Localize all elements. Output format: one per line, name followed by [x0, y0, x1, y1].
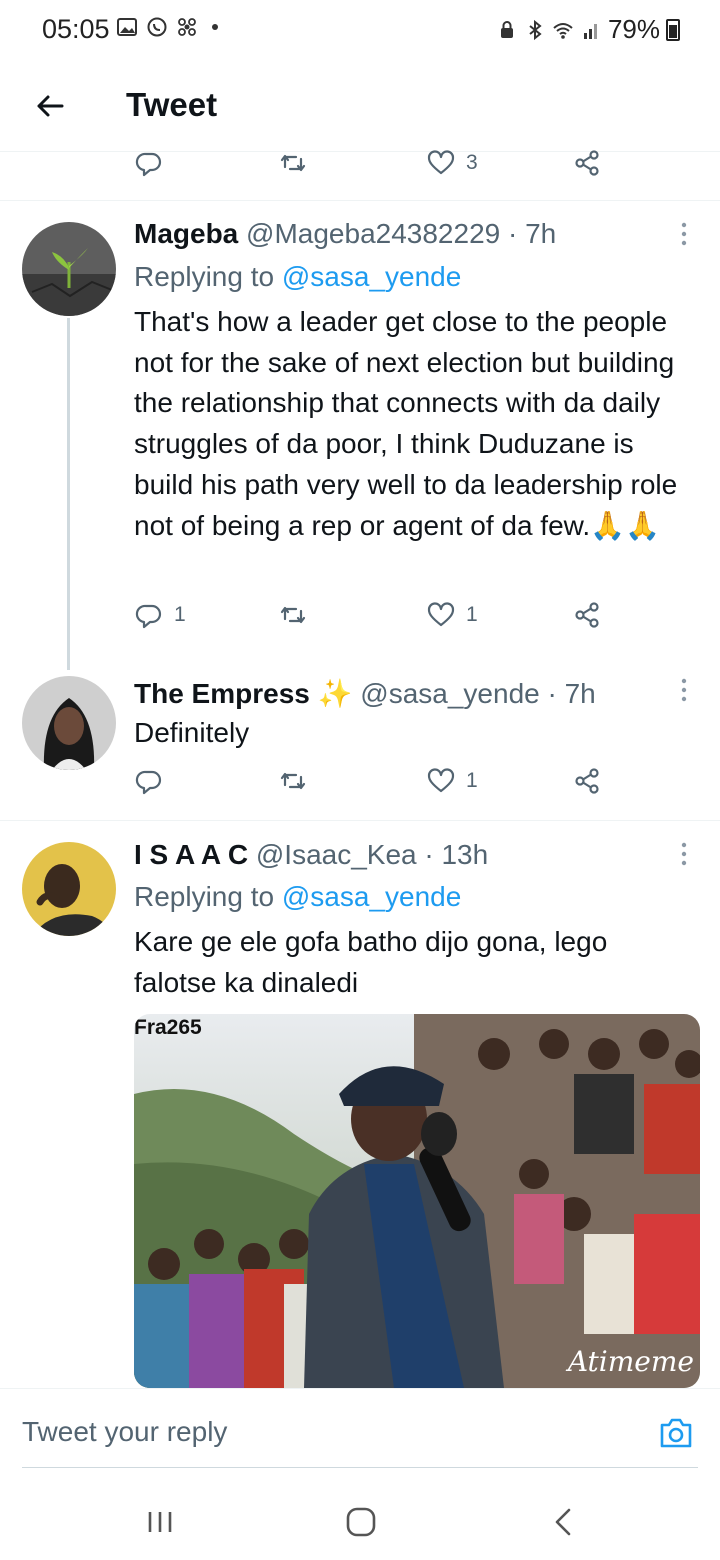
avatar[interactable]	[22, 676, 116, 770]
author-name[interactable]: Mageba	[134, 218, 238, 249]
recent-apps-icon[interactable]	[140, 1502, 180, 1542]
system-nav-bar	[0, 1480, 720, 1560]
share-button[interactable]	[572, 766, 602, 796]
replying-to: Replying to @sasa_yende	[134, 261, 461, 293]
thread-line	[67, 318, 70, 670]
notification-dot	[212, 24, 218, 30]
like-button[interactable]: 3	[426, 148, 478, 178]
reply-button[interactable]: 1	[134, 600, 186, 630]
more-options-icon[interactable]	[676, 840, 692, 868]
avatar-image	[22, 676, 116, 770]
avatar-image	[22, 222, 116, 316]
watermark-top: Fra265	[134, 1016, 202, 1039]
tweet-text: That's how a leader get close to the peo…	[134, 306, 678, 541]
retweet-icon	[280, 772, 306, 790]
author-handle: @Isaac_Kea · 13h	[255, 839, 489, 870]
signal-icon	[583, 23, 597, 39]
share-icon	[575, 150, 599, 176]
reply-input[interactable]: Tweet your reply	[22, 1416, 227, 1448]
page-title: Tweet	[126, 86, 218, 123]
tweet-media-image[interactable]: Fra265 Atimeme	[134, 1014, 700, 1388]
like-count: 3	[466, 151, 478, 174]
photo-crowd	[134, 1014, 700, 1388]
retweet-icon	[280, 154, 306, 172]
replying-label: Replying to	[134, 261, 275, 292]
mention-link[interactable]: @sasa_yende	[282, 881, 461, 912]
lock-icon	[500, 20, 513, 38]
battery-level: 79%	[607, 14, 660, 44]
input-underline	[22, 1467, 698, 1468]
share-icon	[575, 768, 599, 794]
reply-composer: Tweet your reply	[0, 1388, 720, 1480]
reply-icon	[135, 770, 162, 795]
camera-icon[interactable]	[656, 1413, 696, 1453]
avatar[interactable]	[22, 222, 116, 316]
replying-to: Replying to @sasa_yende	[134, 881, 461, 913]
wifi-icon	[553, 22, 573, 39]
reply-count: 1	[174, 603, 186, 626]
heart-icon	[427, 602, 455, 627]
bluetooth-icon	[529, 19, 542, 40]
retweet-button[interactable]	[278, 766, 318, 796]
author-name[interactable]: I S A A C	[134, 839, 248, 870]
more-options-icon[interactable]	[676, 220, 692, 248]
replying-label: Replying to	[134, 881, 275, 912]
mention-link[interactable]: @sasa_yende	[282, 261, 461, 292]
tweet-actions: 1 1	[134, 600, 614, 640]
back-arrow-icon[interactable]	[30, 86, 70, 126]
share-button[interactable]	[572, 148, 602, 178]
reply-icon	[135, 152, 162, 177]
heart-icon	[427, 150, 455, 175]
battery-icon	[666, 18, 680, 41]
more-options-icon[interactable]	[676, 676, 692, 704]
divider	[0, 200, 720, 201]
like-button[interactable]: 1	[426, 766, 478, 796]
author-name[interactable]: The Empress ✨	[134, 678, 353, 709]
image-icon	[117, 18, 137, 36]
retweet-button[interactable]	[278, 600, 318, 630]
share-icon	[575, 602, 599, 628]
avatar-image	[22, 842, 116, 936]
like-count: 1	[466, 603, 478, 626]
reply-button[interactable]	[134, 148, 174, 178]
divider	[0, 820, 720, 821]
author-handle: @Mageba24382229 · 7h	[246, 218, 557, 249]
retweet-icon	[280, 606, 306, 624]
tweet-text: Definitely	[134, 717, 250, 748]
tweet-actions: 1	[134, 766, 614, 806]
author-handle: @sasa_yende · 7h	[360, 678, 596, 709]
retweet-button[interactable]	[278, 148, 318, 178]
reply-icon	[135, 604, 162, 629]
whatsapp-icon	[147, 17, 167, 37]
status-bar: 05:05 79%	[0, 0, 720, 60]
status-time: 05:05	[42, 14, 110, 44]
home-icon[interactable]	[341, 1502, 381, 1542]
avatar[interactable]	[22, 842, 116, 936]
tweet-actions: 3	[134, 148, 614, 188]
share-button[interactable]	[572, 600, 602, 630]
back-nav-icon[interactable]	[544, 1502, 584, 1542]
heart-icon	[427, 768, 455, 793]
reply-button[interactable]	[134, 766, 174, 796]
like-button[interactable]: 1	[426, 600, 478, 630]
tweet-text: Kare ge ele gofa batho dijo gona, lego f…	[134, 926, 608, 998]
fan-icon	[178, 18, 196, 36]
top-app-bar: Tweet	[0, 60, 720, 152]
like-count: 1	[466, 769, 478, 792]
watermark-bottom: Atimeme	[567, 1345, 694, 1378]
